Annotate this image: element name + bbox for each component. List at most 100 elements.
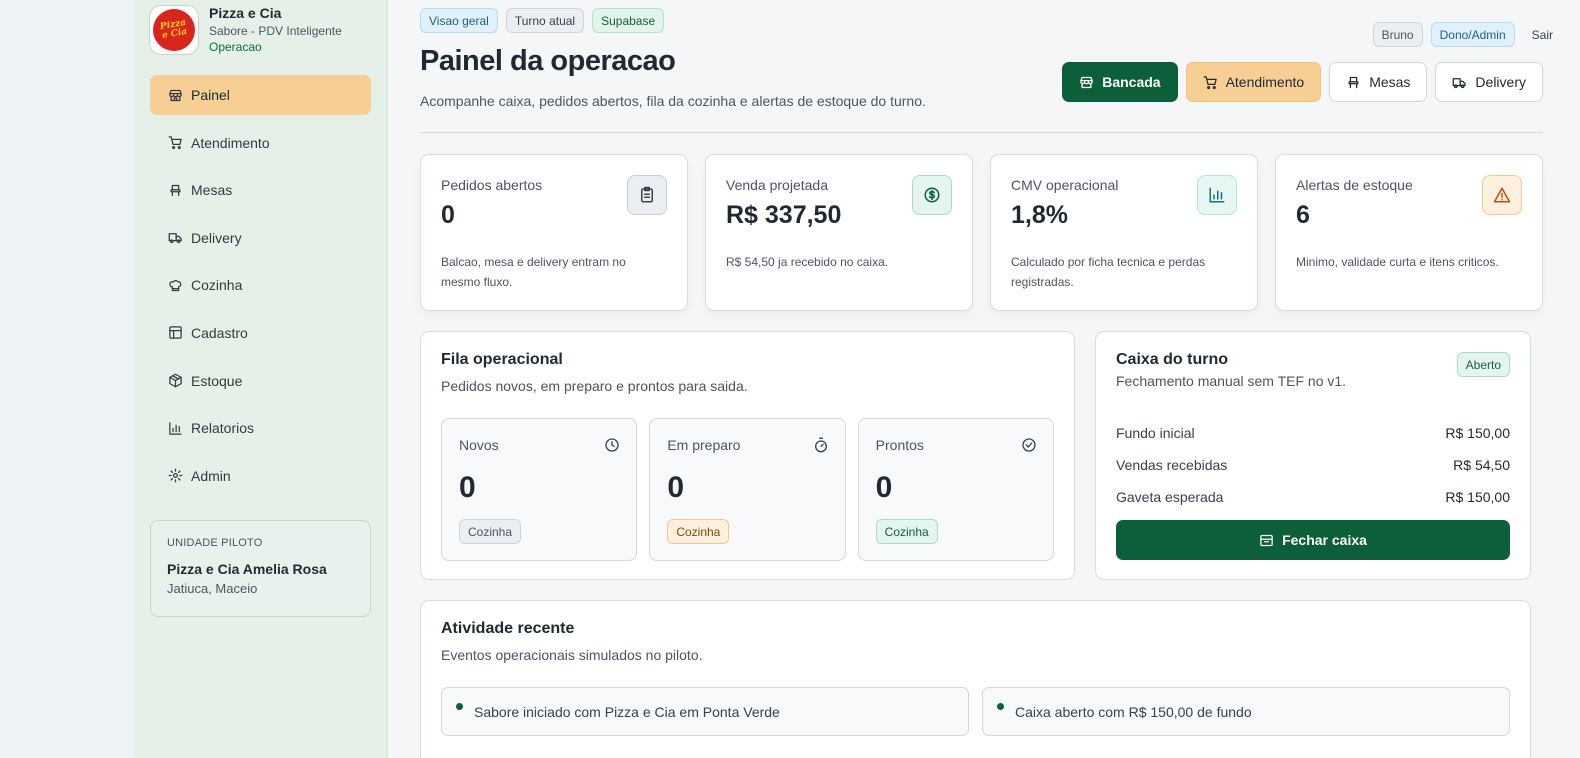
atividade-recente-panel: Atividade recente Eventos operacionais s… (420, 600, 1531, 758)
table-icon (167, 325, 183, 341)
warning-icon (1482, 175, 1522, 215)
brand-name: Pizza e Cia (209, 5, 282, 21)
panel-subtitle: Eventos operacionais simulados no piloto… (441, 647, 703, 663)
user-name-badge: Bruno (1372, 22, 1423, 47)
sidebar-item-relatorios[interactable]: Relatorios (150, 408, 371, 448)
header-divider (420, 132, 1543, 133)
sidebar-nav: Painel Atendimento Mesas Delivery Cozinh… (150, 75, 371, 503)
queue-label: Novos (459, 437, 499, 453)
sidebar-item-admin[interactable]: Admin (150, 456, 371, 496)
queue-card-em-preparo[interactable]: Em preparo 0 Cozinha (649, 418, 846, 561)
sidebar-item-cozinha[interactable]: Cozinha (150, 265, 371, 305)
sidebar-item-label: Mesas (191, 182, 233, 199)
cart-icon (167, 135, 183, 151)
button-label: Delivery (1475, 74, 1526, 90)
caixa-row-label: Fundo inicial (1116, 425, 1195, 441)
queue-badge: Cozinha (459, 519, 522, 544)
page-title: Painel da operacao (420, 45, 676, 77)
queue-value: 0 (459, 471, 476, 504)
button-label: Mesas (1369, 74, 1411, 90)
stat-card-alertas: Alertas de estoque 6 Minimo, validade cu… (1275, 154, 1543, 311)
main-content: Visao geral Turno atual Supabase Bruno D… (388, 0, 1580, 758)
event-text: Caixa aberto com R$ 150,00 de fundo (1015, 703, 1252, 720)
queue-value: 0 (667, 471, 685, 504)
chef-hat-icon (167, 277, 183, 293)
queue-value: 0 (875, 471, 893, 504)
button-label: Fechar caixa (1282, 532, 1367, 548)
stat-card-venda: Venda projetada R$ 337,50 R$ 54,50 ja re… (705, 154, 973, 311)
caixa-row-value: R$ 150,00 (1445, 489, 1510, 505)
sidebar-item-atendimento[interactable]: Atendimento (150, 123, 371, 163)
sidebar-item-label: Cozinha (191, 277, 243, 294)
header-tags: Visao geral Turno atual Supabase (420, 8, 665, 33)
page-subtitle: Acompanhe caixa, pedidos abertos, fila d… (420, 93, 926, 109)
chair-icon (167, 182, 183, 198)
sidebar-item-estoque[interactable]: Estoque (150, 361, 371, 401)
sidebar-item-delivery[interactable]: Delivery (150, 218, 371, 258)
user-role-badge: Dono/Admin (1430, 22, 1515, 47)
stat-description: Minimo, validade curta e itens criticos. (1296, 255, 1499, 269)
logout-button[interactable]: Sair (1523, 22, 1562, 47)
unit-location: Jatiuca, Maceio (167, 581, 258, 596)
sidebar-item-label: Estoque (191, 372, 243, 389)
stat-description: Balcao, mesa e delivery entram no mesmo … (441, 255, 626, 289)
sidebar-item-label: Painel (191, 87, 230, 103)
caixa-row: Vendas recebidas R$ 54,50 (1116, 449, 1510, 481)
caixa-row: Gaveta esperada R$ 150,00 (1116, 481, 1510, 513)
sidebar-item-painel[interactable]: Painel (150, 75, 371, 115)
truck-icon (167, 230, 183, 246)
fila-operacional-panel: Fila operacional Pedidos novos, em prepa… (420, 331, 1075, 580)
fechar-caixa-button[interactable]: Fechar caixa (1116, 520, 1510, 560)
sidebar-item-cadastro[interactable]: Cadastro (150, 313, 371, 353)
logo-text: Pizza e Cia (159, 17, 189, 42)
user-area: Bruno Dono/Admin Sair (1372, 22, 1562, 47)
tag-supabase: Supabase (592, 8, 665, 33)
chair-icon (1348, 76, 1359, 88)
event-list: Sabore iniciado com Pizza e Cia em Ponta… (441, 687, 1510, 736)
atendimento-button[interactable]: Atendimento (1185, 62, 1322, 102)
event-dot-icon (456, 703, 463, 710)
queue-card-prontos[interactable]: Prontos 0 Cozinha (857, 418, 1054, 561)
clipboard-icon (627, 175, 667, 215)
sidebar: Pizza e Cia Pizza e Cia Sabore - PDV Int… (135, 0, 388, 758)
brand-logo: Pizza e Cia (149, 5, 199, 55)
queue-badge: Cozinha (875, 519, 938, 544)
caixa-row-label: Vendas recebidas (1116, 457, 1228, 473)
sidebar-item-label: Delivery (191, 229, 242, 246)
cart-icon (1203, 75, 1217, 89)
button-label: Bancada (1102, 74, 1161, 90)
bancada-button[interactable]: Bancada (1062, 62, 1178, 102)
sidebar-item-label: Atendimento (191, 134, 270, 151)
queue-cards: Novos 0 Cozinha Em preparo 0 Cozinha Pro… (441, 418, 1054, 561)
panel-subtitle: Fechamento manual sem TEF no v1. (1116, 373, 1347, 389)
stat-description: Calculado por ficha tecnica e perdas reg… (1011, 255, 1206, 289)
caixa-row: Fundo inicial R$ 150,00 (1116, 417, 1510, 449)
queue-card-novos[interactable]: Novos 0 Cozinha (441, 418, 638, 561)
queue-badge: Cozinha (667, 519, 730, 544)
cash-register-icon (1260, 534, 1273, 546)
stats-row: Pedidos abertos 0 Balcao, mesa e deliver… (420, 154, 1543, 311)
panel-title: Atividade recente (441, 620, 575, 637)
bar-chart-icon (1197, 175, 1237, 215)
panel-title: Caixa do turno (1116, 351, 1229, 368)
button-label: Atendimento (1225, 74, 1305, 90)
caixa-row-value: R$ 150,00 (1445, 425, 1510, 441)
unit-name: Pizza e Cia Amelia Rosa (167, 561, 327, 577)
event-text: Sabore iniciado com Pizza e Cia em Ponta… (474, 703, 780, 720)
caixa-panel: Caixa do turno Fechamento manual sem TEF… (1095, 331, 1531, 580)
mesas-button[interactable]: Mesas (1329, 62, 1428, 102)
status-badge: Aberto (1456, 352, 1510, 377)
sidebar-item-mesas[interactable]: Mesas (150, 170, 371, 210)
queue-label: Em preparo (667, 437, 741, 453)
clock-icon (605, 438, 619, 452)
package-icon (167, 373, 183, 389)
unit-caption: UNIDADE PILOTO (167, 537, 263, 549)
delivery-button[interactable]: Delivery (1435, 62, 1543, 102)
dollar-icon (912, 175, 952, 215)
sidebar-item-label: Admin (191, 467, 231, 484)
store-icon (1080, 76, 1093, 88)
truck-icon (1453, 77, 1467, 88)
caixa-rows: Fundo inicial R$ 150,00 Vendas recebidas… (1116, 417, 1510, 513)
stat-card-cmv: CMV operacional 1,8% Calculado por ficha… (990, 154, 1258, 311)
queue-label: Prontos (875, 437, 924, 453)
